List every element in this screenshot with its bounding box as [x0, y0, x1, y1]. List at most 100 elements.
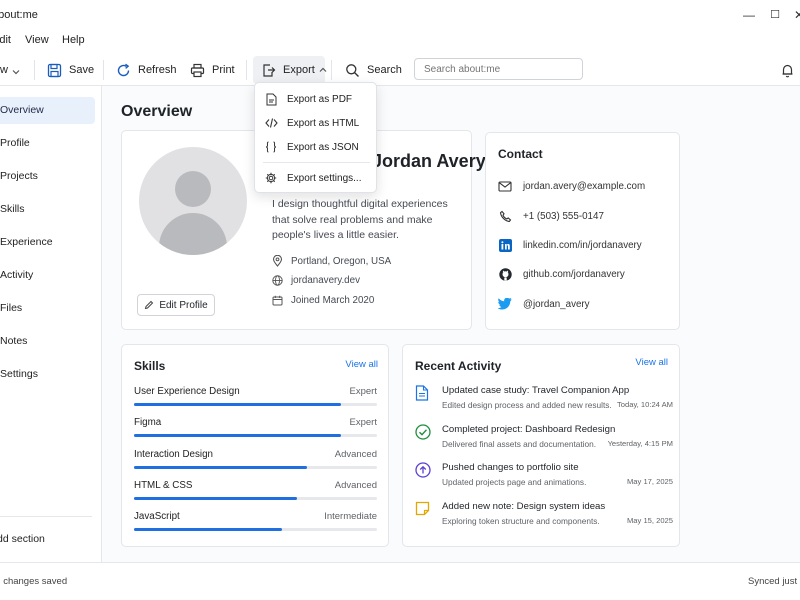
activity-view-all-link[interactable]: View all: [635, 357, 668, 368]
profile-bio: I design thoughtful digital experiences …: [272, 198, 448, 241]
check-circle-icon: [415, 424, 431, 440]
globe-icon: [272, 275, 283, 286]
pencil-icon: [145, 300, 154, 310]
phone-text: +1 (503) 555-0147: [523, 210, 604, 222]
skill-level: Intermediate: [324, 511, 377, 523]
activity-timestamp: Today, 10:24 AM: [616, 400, 673, 409]
activity-title: Completed project: Dashboard Redesign: [442, 423, 616, 435]
twitter-text: @jordan_avery: [523, 298, 590, 310]
recent-activity-card: Recent Activity View all Updated case st…: [402, 344, 680, 547]
print-button[interactable]: Print: [190, 61, 235, 79]
export-button[interactable]: Export: [261, 61, 327, 79]
refresh-label: Refresh: [138, 64, 177, 76]
activity-title: Added new note: Design system ideas: [442, 501, 606, 513]
search-button[interactable]: Search: [345, 61, 402, 79]
skills-title: Skills: [134, 359, 166, 373]
activity-title: Recent Activity: [415, 359, 502, 373]
export-pdf-item[interactable]: Export as PDF: [264, 90, 352, 108]
contact-linkedin[interactable]: linkedin.com/in/jordanavery: [498, 238, 642, 252]
contact-phone[interactable]: +1 (503) 555-0147: [498, 209, 604, 223]
page-title: Overview: [121, 103, 193, 120]
window-title: about:me: [0, 9, 38, 21]
contact-twitter[interactable]: @jordan_avery: [498, 297, 590, 311]
sidebar-item-skills[interactable]: Skills: [0, 196, 95, 223]
note-icon: [415, 501, 431, 517]
sidebar-item-projects[interactable]: Projects: [0, 163, 95, 190]
sidebar-item-notes[interactable]: Notes: [0, 328, 95, 355]
maximize-button[interactable]: ☐: [768, 8, 782, 22]
add-section-button[interactable]: Add section: [0, 533, 45, 545]
calendar-icon: [272, 295, 283, 306]
refresh-icon: [117, 63, 130, 76]
sidebar-item-files[interactable]: Files: [0, 295, 95, 322]
save-label: Save: [69, 64, 95, 76]
edit-profile-label: Edit Profile: [159, 299, 208, 311]
profile-website[interactable]: jordanavery.dev: [272, 275, 360, 286]
export-dropdown-menu: Export as PDF Export as HTML Export as J…: [254, 82, 377, 193]
search-label: Search: [367, 64, 402, 76]
sidebar-item-overview[interactable]: Overview: [0, 97, 95, 124]
skill-name: User Experience Design: [134, 386, 240, 397]
skill-progress-fill: [134, 528, 283, 532]
export-settings-item[interactable]: Export settings...: [264, 169, 361, 187]
new-dropdown-chevron[interactable]: [12, 63, 27, 81]
export-html-label: Export as HTML: [287, 117, 360, 129]
activity-title: Updated case study: Travel Companion App: [442, 385, 630, 396]
contact-title: Contact: [498, 147, 543, 161]
status-bar: All changes saved Synced just now: [0, 562, 800, 600]
sidebar-item-settings[interactable]: Settings: [0, 361, 95, 388]
menu-edit[interactable]: Edit: [0, 34, 11, 46]
twitter-bird-icon: [498, 297, 512, 311]
new-button[interactable]: New: [0, 61, 8, 79]
sidebar-divider: [0, 516, 92, 517]
export-json-item[interactable]: Export as JSON: [264, 138, 359, 156]
minimize-button[interactable]: —: [742, 8, 756, 22]
skill-name: Figma: [134, 417, 162, 429]
printer-icon: [190, 63, 205, 77]
skill-progress-fill: [134, 403, 341, 406]
menu-view[interactable]: View: [25, 34, 49, 46]
skill-level: Expert: [349, 386, 377, 397]
skill-level: Expert: [349, 417, 377, 429]
skills-card: Skills View all User Experience Design Ex…: [121, 344, 389, 547]
edit-profile-button[interactable]: Edit Profile: [137, 294, 215, 316]
search-input[interactable]: [414, 58, 583, 80]
envelope-icon: [498, 179, 512, 193]
profile-name: Jordan Avery: [372, 151, 486, 171]
sidebar-item-experience[interactable]: Experience: [0, 229, 95, 256]
menu-help[interactable]: Help: [62, 34, 85, 46]
export-json-label: Export as JSON: [287, 141, 359, 153]
sidebar-item-profile[interactable]: Profile: [0, 130, 95, 157]
app-window: about:me — ☐ ✕ Edit View Help New Save R…: [0, 0, 800, 600]
skill-progress-fill: [134, 465, 307, 469]
bell-icon: [782, 64, 793, 77]
save-button[interactable]: Save: [47, 61, 94, 79]
notifications-button[interactable]: [780, 61, 800, 79]
activity-description: Updated projects page and animations.: [442, 477, 587, 488]
contact-github[interactable]: github.com/jordanavery: [498, 267, 625, 281]
export-label: Export: [283, 64, 315, 76]
chevron-down-icon: [12, 70, 20, 75]
search-icon: [346, 63, 359, 77]
contact-email[interactable]: jordan.avery@example.com: [498, 179, 645, 193]
skill-name: JavaScript: [134, 511, 180, 523]
export-html-item[interactable]: Export as HTML: [264, 114, 359, 132]
skills-view-all-link[interactable]: View all: [345, 359, 378, 370]
website-text: jordanavery.dev: [291, 275, 360, 286]
code-icon: [264, 116, 278, 130]
skill-progress-track: [134, 528, 377, 532]
skill-progress-track: [134, 434, 377, 438]
sidebar: Overview Profile Projects Skills Experie…: [0, 86, 102, 562]
skill-name: Interaction Design: [134, 448, 213, 460]
skill-level: Advanced: [334, 448, 377, 460]
menu-bar: Edit View Help: [0, 30, 800, 52]
github-icon: [498, 267, 512, 281]
github-text: github.com/jordanavery: [523, 268, 625, 280]
activity-description: Exploring token structure and components…: [442, 516, 600, 527]
linkedin-text: linkedin.com/in/jordanavery: [523, 239, 642, 251]
refresh-button[interactable]: Refresh: [116, 61, 177, 79]
avatar: [139, 147, 247, 255]
contact-card: Contact jordan.avery@example.com +1 (503…: [485, 132, 680, 330]
close-button[interactable]: ✕: [792, 8, 800, 22]
sidebar-item-activity[interactable]: Activity: [0, 262, 95, 289]
